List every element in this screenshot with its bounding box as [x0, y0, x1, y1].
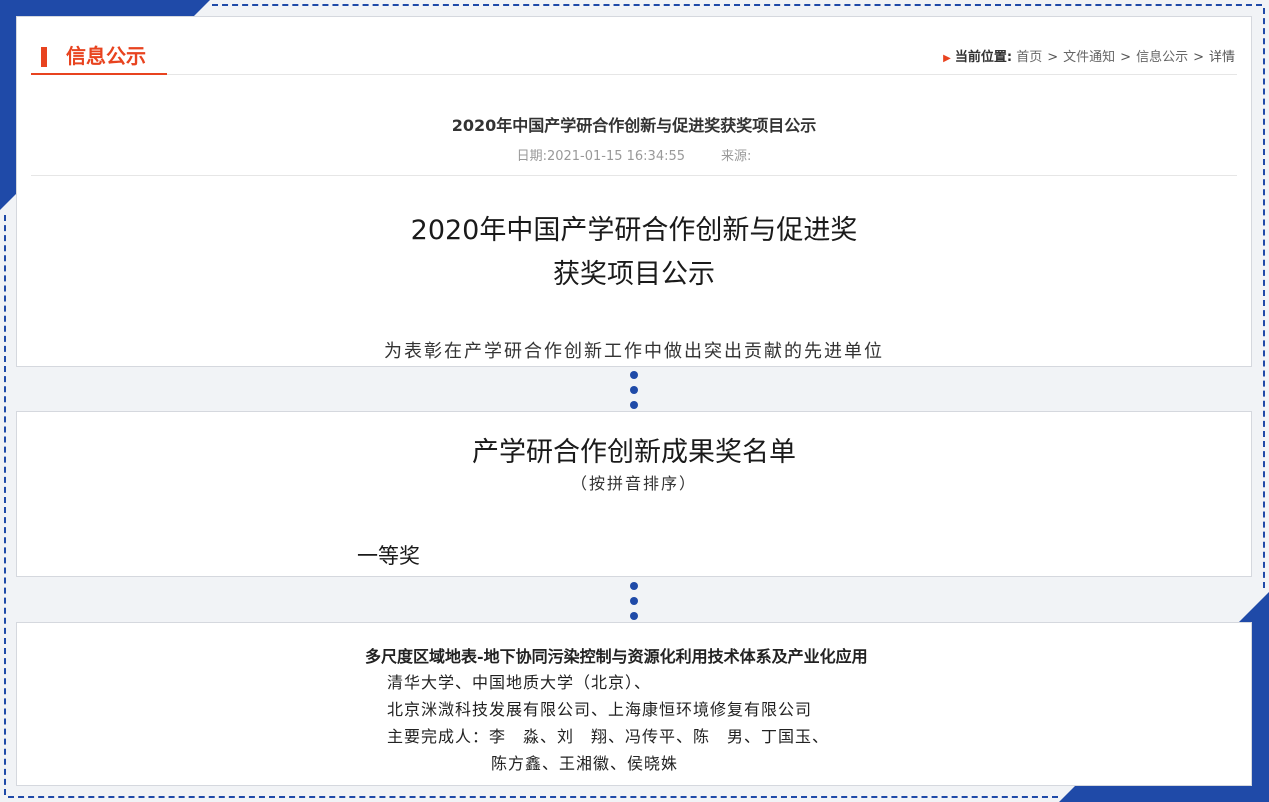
- prize-level-heading: 一等奖: [357, 544, 420, 568]
- breadcrumb: ▶ 当前位置: 首页 > 文件通知 > 信息公示 > 详情: [943, 46, 1235, 65]
- breadcrumb-separator: >: [1047, 50, 1059, 65]
- award-list-panel: 产学研合作创新成果奖名单 （按拼音排序） 一等奖: [16, 411, 1252, 577]
- breadcrumb-home-link[interactable]: 首页: [1016, 50, 1042, 65]
- date-value: 2021-01-15 16:34:55: [546, 149, 686, 164]
- award-list-title: 产学研合作创新成果奖名单: [472, 437, 796, 468]
- section-title-underline: [31, 73, 167, 75]
- frame-dash-bottom: [8, 796, 1058, 798]
- project-entry-panel: 多尺度区域地表-地下协同污染控制与资源化利用技术体系及产业化应用 清华大学、中国…: [16, 622, 1252, 786]
- ellipsis-dots-icon: [630, 582, 639, 627]
- document-heading-line1: 2020年中国产学研合作创新与促进奖: [410, 215, 858, 246]
- breadcrumb-arrow-icon: ▶: [943, 53, 951, 64]
- source-label: 来源:: [721, 149, 752, 164]
- project-units-line2: 北京洣溦科技发展有限公司、上海康恒环境修复有限公司: [387, 700, 813, 719]
- date-label: 日期:: [516, 149, 547, 164]
- project-contributors-line2: 陈方鑫、王湘徽、侯晓姝: [491, 754, 679, 773]
- project-units-line1: 清华大学、中国地质大学（北京）、: [387, 673, 652, 692]
- breadcrumb-notices-link[interactable]: 文件通知: [1063, 50, 1115, 65]
- header-divider: [31, 74, 1237, 75]
- award-list-subtitle: （按拼音排序）: [570, 474, 697, 493]
- breadcrumb-label: 当前位置:: [954, 50, 1013, 65]
- frame-dash-left: [4, 215, 6, 795]
- ellipsis-dots-icon: [630, 371, 639, 416]
- breadcrumb-separator: >: [1120, 50, 1132, 65]
- breadcrumb-current: 详情: [1208, 50, 1235, 65]
- section-marker: [41, 47, 47, 67]
- meta-divider: [31, 175, 1237, 176]
- article-title: 2020年中国产学研合作创新与促进奖获奖项目公示: [451, 116, 817, 135]
- breadcrumb-separator: >: [1193, 50, 1204, 65]
- article-header-panel: 信息公示 ▶ 当前位置: 首页 > 文件通知 > 信息公示 > 详情 2020年中国产学研合作…: [16, 16, 1252, 367]
- frame-dash-top: [212, 4, 1262, 6]
- document-intro: 为表彰在产学研合作创新工作中做出突出贡献的先进单位: [384, 341, 884, 362]
- section-title: 信息公示: [66, 44, 146, 68]
- frame-dash-right: [1263, 8, 1265, 588]
- project-contributors-line1: 主要完成人：李 淼、刘 翔、冯传平、陈 男、丁国玉、: [387, 727, 830, 746]
- breadcrumb-info-link[interactable]: 信息公示: [1136, 50, 1188, 65]
- project-title: 多尺度区域地表-地下协同污染控制与资源化利用技术体系及产业化应用: [365, 647, 868, 666]
- document-heading-line2: 获奖项目公示: [553, 259, 715, 290]
- article-meta: 日期:2021-01-15 16:34:55 来源:: [17, 145, 1251, 164]
